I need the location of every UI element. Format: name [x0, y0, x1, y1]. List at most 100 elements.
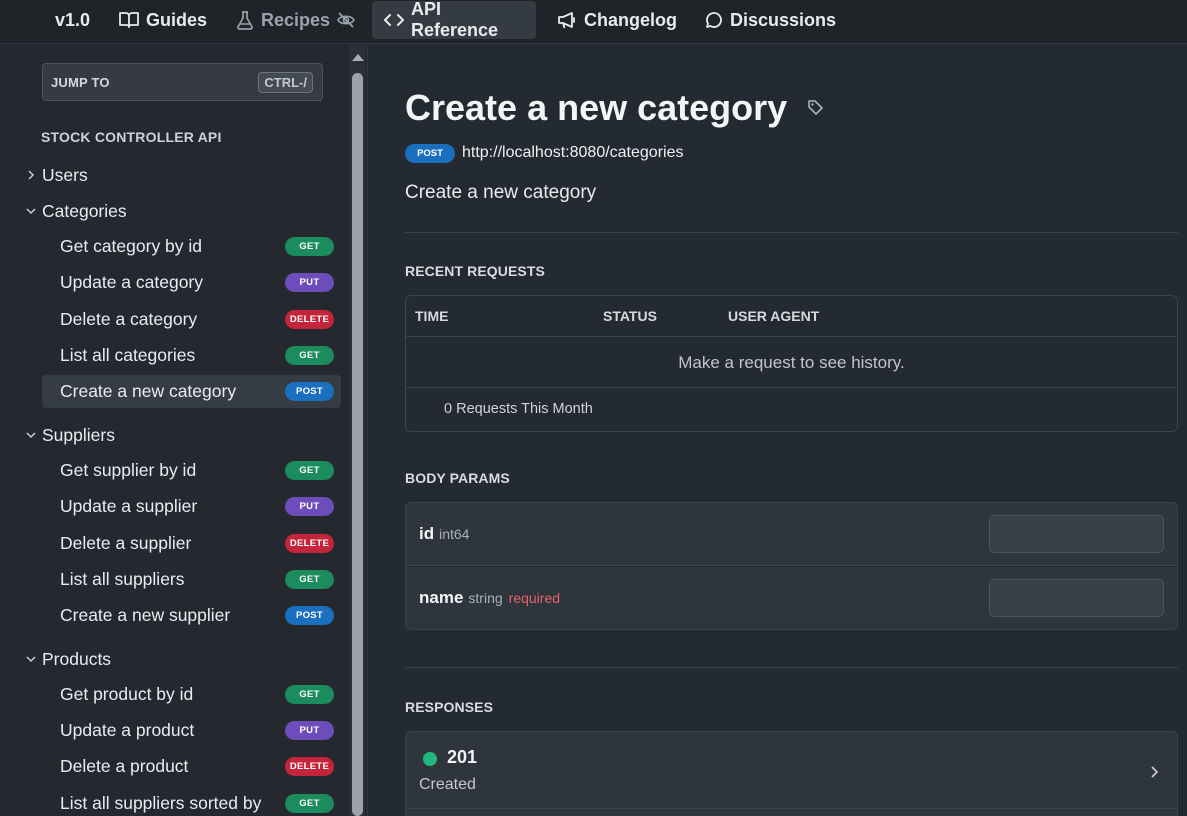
nav-guides[interactable]: Guides: [107, 1, 219, 39]
megaphone-icon: [557, 11, 577, 29]
sidebar-item-label: Update a supplier: [60, 496, 198, 516]
version-selector[interactable]: v1.0: [43, 1, 102, 39]
sidebar-item-list-all-categories[interactable]: List all categories GET: [42, 339, 341, 372]
method-badge: GET: [285, 346, 334, 365]
main-content: Create a new category POST http://localh…: [369, 45, 1187, 816]
recent-requests-table: TIME STATUS USER AGENT Make a request to…: [405, 295, 1178, 432]
sidebar-item-update-a-category[interactable]: Update a category PUT: [42, 266, 341, 299]
keyboard-shortcut: CTRL-/: [258, 72, 313, 93]
body-params-heading: BODY PARAMS: [405, 470, 510, 486]
sidebar-item-label: Get category by id: [60, 236, 203, 256]
scrollbar-thumb[interactable]: [352, 73, 363, 816]
chevron-right-icon: [1149, 765, 1159, 784]
chevron-down-icon: [26, 432, 36, 439]
method-badge: GET: [285, 570, 334, 589]
sidebar-item-list-all-suppliers-sorted-by[interactable]: List all suppliers sorted by GET: [42, 787, 341, 816]
sidebar-item-label: Delete a category: [60, 309, 198, 329]
endpoint-url: http://localhost:8080/categories: [462, 144, 684, 161]
jump-to-label: JUMP TO: [51, 75, 110, 90]
sidebar-item-get-category-by-id[interactable]: Get category by id GET: [42, 230, 341, 263]
jump-to-search[interactable]: JUMP TO CTRL-/: [42, 63, 323, 101]
method-badge: GET: [285, 685, 334, 704]
sidebar-item-label: Delete a supplier: [60, 533, 192, 553]
method-badge: DELETE: [285, 757, 334, 776]
page-title: Create a new category: [405, 87, 788, 128]
chat-bubble-icon: [705, 11, 723, 29]
sidebar-group-products[interactable]: Products: [26, 646, 326, 672]
method-badge: PUT: [285, 497, 334, 516]
sidebar-item-label: Get product by id: [60, 684, 194, 704]
sidebar-item-get-supplier-by-id[interactable]: Get supplier by id GET: [42, 454, 341, 487]
endpoint-description: Create a new category: [405, 182, 597, 203]
body-params-panel: id int64 name string required: [405, 502, 1178, 630]
sidebar-item-label: Update a category: [60, 272, 204, 292]
chevron-right-icon: [28, 170, 35, 180]
column-header-status: STATUS: [603, 308, 657, 324]
nav-changelog[interactable]: Changelog: [545, 1, 689, 39]
sidebar-item-delete-a-category[interactable]: Delete a category DELETE: [42, 303, 341, 336]
sidebar-item-create-a-new-supplier[interactable]: Create a new supplier POST: [42, 599, 341, 632]
sidebar-item-label: List all suppliers sorted by: [60, 793, 262, 813]
divider: [406, 808, 1177, 809]
method-badge: POST: [405, 144, 455, 163]
response-code: 201: [447, 747, 478, 767]
nav-discussions[interactable]: Discussions: [693, 1, 848, 39]
method-badge: DELETE: [285, 534, 334, 553]
method-badge: PUT: [285, 721, 334, 740]
sidebar-section-title: STOCK CONTROLLER API: [41, 129, 222, 145]
param-type: string: [468, 590, 503, 606]
chevron-down-icon: [26, 208, 36, 215]
method-badge: GET: [285, 237, 334, 256]
sidebar-item-update-a-product[interactable]: Update a product PUT: [42, 714, 341, 747]
nav-recipes[interactable]: Recipes: [224, 1, 367, 39]
sidebar-group-label: Categories: [42, 200, 127, 221]
eye-off-icon: [337, 12, 355, 28]
top-navigation: v1.0 Guides Recipes API Reference Change…: [0, 0, 1187, 44]
sidebar-item-label: List all categories: [60, 345, 196, 365]
scroll-up-arrow-icon[interactable]: [352, 54, 364, 61]
tag-icon[interactable]: [807, 99, 824, 121]
sidebar: JUMP TO CTRL-/ STOCK CONTROLLER API User…: [0, 45, 368, 816]
method-badge: POST: [285, 382, 334, 401]
response-description: Created: [419, 776, 476, 793]
response-201[interactable]: 201 Created: [405, 731, 1178, 816]
sidebar-item-label: List all suppliers: [60, 569, 185, 589]
empty-state-message: Make a request to see history.: [406, 337, 1177, 388]
sidebar-item-delete-a-product[interactable]: Delete a product DELETE: [42, 750, 341, 783]
param-name: name string required: [419, 588, 561, 607]
column-header-time: TIME: [415, 308, 449, 324]
sidebar-item-label: Update a product: [60, 720, 195, 740]
divider: [405, 232, 1178, 233]
sidebar-group-label: Suppliers: [42, 424, 115, 445]
book-icon: [119, 11, 139, 29]
param-name: id int64: [419, 524, 470, 543]
sidebar-group-label: Users: [42, 164, 88, 185]
sidebar-item-create-a-new-category[interactable]: Create a new category POST: [42, 375, 341, 408]
sidebar-item-list-all-suppliers[interactable]: List all suppliers GET: [42, 563, 341, 596]
sidebar-item-label: Create a new category: [60, 381, 237, 401]
param-input-id[interactable]: [989, 515, 1164, 553]
sidebar-group-users[interactable]: Users: [26, 162, 326, 188]
responses-heading: RESPONSES: [405, 699, 494, 715]
chevron-down-icon: [26, 656, 36, 663]
param-row-id: id int64: [406, 503, 1177, 566]
divider: [405, 667, 1178, 668]
sidebar-group-suppliers[interactable]: Suppliers: [26, 422, 326, 448]
table-header: TIME STATUS USER AGENT: [406, 296, 1177, 337]
sidebar-item-get-product-by-id[interactable]: Get product by id GET: [42, 678, 341, 711]
nav-guides-label: Guides: [146, 9, 208, 30]
status-dot-icon: [423, 752, 437, 766]
required-label: required: [508, 590, 561, 606]
recent-requests-heading: RECENT REQUESTS: [405, 263, 545, 279]
version-label: v1.0: [55, 9, 91, 30]
nav-changelog-label: Changelog: [584, 9, 677, 30]
nav-api-reference[interactable]: API Reference: [372, 0, 536, 40]
sidebar-group-categories[interactable]: Categories: [26, 198, 326, 224]
sidebar-item-label: Get supplier by id: [60, 460, 197, 480]
sidebar-item-update-a-supplier[interactable]: Update a supplier PUT: [42, 490, 341, 523]
param-input-name[interactable]: [989, 579, 1164, 617]
nav-recipes-label: Recipes: [261, 9, 331, 30]
sidebar-item-delete-a-supplier[interactable]: Delete a supplier DELETE: [42, 527, 341, 560]
sidebar-item-label: Create a new supplier: [60, 605, 231, 625]
method-badge: DELETE: [285, 310, 334, 329]
